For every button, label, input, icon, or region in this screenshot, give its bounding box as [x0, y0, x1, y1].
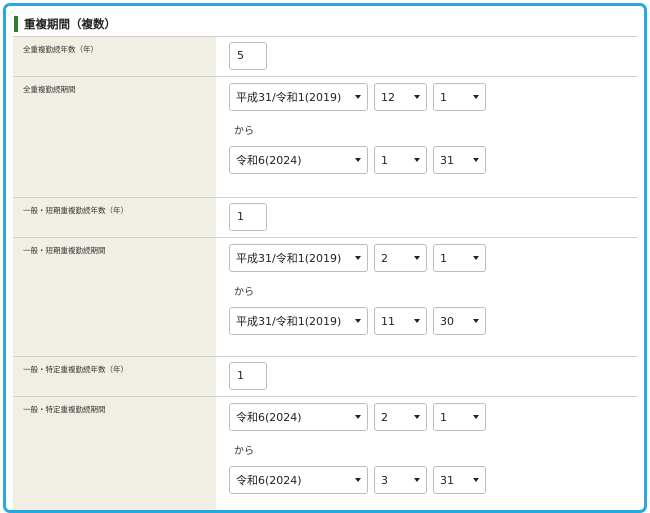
row-general-short-period: 一般・短期重複勤続期間 平成31/令和1(2019) 2 1 から 平成31/令… [13, 238, 637, 357]
from-date: 令和6(2024) 2 1 [229, 403, 637, 431]
chevron-down-icon [414, 478, 420, 482]
row-label: 一般・短期重複勤続期間 [13, 238, 216, 356]
value-cell: 平成31/令和1(2019) 2 1 から 平成31/令和1(2019) 11 … [216, 238, 637, 356]
chevron-down-icon [473, 319, 479, 323]
row-label: 全重複勤続年数（年） [13, 37, 216, 76]
from-era-select[interactable]: 平成31/令和1(2019) [229, 83, 368, 111]
chevron-down-icon [414, 415, 420, 419]
chevron-down-icon [473, 158, 479, 162]
from-date: 平成31/令和1(2019) 12 1 [229, 83, 637, 111]
row-label: 一般・短期重複勤続年数（年） [13, 198, 216, 237]
chevron-down-icon [355, 478, 361, 482]
to-era-select[interactable]: 平成31/令和1(2019) [229, 307, 368, 335]
from-month-select[interactable]: 2 [374, 403, 427, 431]
row-general-specific-years: 一般・特定重複勤続年数（年） 1 [13, 357, 637, 397]
chevron-down-icon [355, 319, 361, 323]
chevron-down-icon [414, 95, 420, 99]
from-era-select[interactable]: 平成31/令和1(2019) [229, 244, 368, 272]
chevron-down-icon [355, 95, 361, 99]
value-cell: 1 [216, 198, 637, 237]
from-day-select[interactable]: 1 [433, 244, 486, 272]
to-day-select[interactable]: 31 [433, 466, 486, 494]
to-day-select[interactable]: 30 [433, 307, 486, 335]
row-label: 一般・特定重複勤続期間 [13, 397, 216, 510]
to-day-select[interactable]: 31 [433, 146, 486, 174]
section-accent-bar [14, 16, 18, 32]
chevron-down-icon [473, 415, 479, 419]
chevron-down-icon [414, 319, 420, 323]
to-month-select[interactable]: 11 [374, 307, 427, 335]
chevron-down-icon [414, 158, 420, 162]
from-day-select[interactable]: 1 [433, 403, 486, 431]
row-label: 全重複勤続期間 [13, 77, 216, 197]
value-cell: 令和6(2024) 2 1 から 令和6(2024) 3 31 [216, 397, 637, 510]
chevron-down-icon [414, 256, 420, 260]
to-month-select[interactable]: 3 [374, 466, 427, 494]
chevron-down-icon [355, 415, 361, 419]
value-cell: 1 [216, 357, 637, 396]
chevron-down-icon [355, 158, 361, 162]
range-separator: から [234, 126, 254, 137]
chevron-down-icon [355, 256, 361, 260]
from-month-select[interactable]: 12 [374, 83, 427, 111]
row-total-years: 全重複勤続年数（年） 5 [13, 37, 637, 77]
chevron-down-icon [473, 95, 479, 99]
row-total-period: 全重複勤続期間 平成31/令和1(2019) 12 1 から 令和6(2024)… [13, 77, 637, 198]
to-month-select[interactable]: 1 [374, 146, 427, 174]
total-years-input[interactable]: 5 [229, 42, 267, 70]
to-era-select[interactable]: 令和6(2024) [229, 146, 368, 174]
general-specific-years-input[interactable]: 1 [229, 362, 267, 390]
range-separator: から [234, 446, 254, 457]
row-general-short-years: 一般・短期重複勤続年数（年） 1 [13, 198, 637, 238]
row-general-specific-period: 一般・特定重複勤続期間 令和6(2024) 2 1 から 令和6(2024) 3… [13, 397, 637, 510]
section-header: 重複期間（複数） [14, 13, 634, 35]
overlap-period-panel: 重複期間（複数） 全重複勤続年数（年） 5 全重複勤続期間 平成31/令和1(2… [3, 3, 647, 513]
row-label: 一般・特定重複勤続年数（年） [13, 357, 216, 396]
value-cell: 5 [216, 37, 637, 76]
from-era-select[interactable]: 令和6(2024) [229, 403, 368, 431]
to-date: 令和6(2024) 1 31 [229, 146, 637, 174]
to-date: 平成31/令和1(2019) 11 30 [229, 307, 637, 335]
general-short-years-input[interactable]: 1 [229, 203, 267, 231]
to-era-select[interactable]: 令和6(2024) [229, 466, 368, 494]
to-date: 令和6(2024) 3 31 [229, 466, 637, 494]
value-cell: 平成31/令和1(2019) 12 1 から 令和6(2024) 1 31 [216, 77, 637, 197]
chevron-down-icon [473, 256, 479, 260]
from-month-select[interactable]: 2 [374, 244, 427, 272]
range-separator: から [234, 287, 254, 298]
from-day-select[interactable]: 1 [433, 83, 486, 111]
overlap-table: 全重複勤続年数（年） 5 全重複勤続期間 平成31/令和1(2019) 12 1… [13, 36, 637, 510]
from-date: 平成31/令和1(2019) 2 1 [229, 244, 637, 272]
section-title: 重複期間（複数） [24, 17, 116, 31]
chevron-down-icon [473, 478, 479, 482]
